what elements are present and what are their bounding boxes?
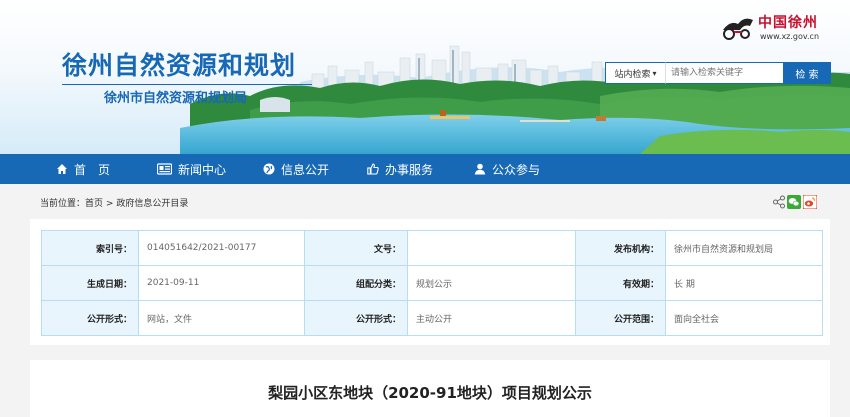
disclosure-mode-label: 公开形式： — [304, 300, 408, 336]
nav-participation-label: 公众参与 — [492, 162, 541, 177]
index-number-label: 索引号： — [41, 230, 139, 266]
site-subtitle: 徐州市自然资源和规划局 — [104, 91, 248, 106]
search-scope-dropdown[interactable]: 站内检索 ▾ — [605, 62, 665, 84]
home-icon — [57, 164, 67, 174]
nav-public-info[interactable]: 信息公开 — [263, 154, 329, 184]
category-label: 组配分类： — [304, 265, 408, 301]
nav-services-label: 办事服务 — [385, 162, 434, 177]
nav-home[interactable]: 首 页 — [56, 154, 110, 184]
newspaper-icon — [157, 163, 172, 175]
breadcrumb-current[interactable]: 政府信息公开目录 — [116, 199, 188, 209]
nav-home-label: 首 页 — [74, 162, 111, 177]
logo-name: 中国徐州 — [758, 15, 818, 31]
document-number-value — [407, 230, 576, 266]
main-nav: 首 页 新闻中心 信息公开 办事服务 公众参与 — [0, 154, 850, 184]
thumbs-up-icon — [367, 163, 379, 175]
breadcrumb-separator: > — [105, 199, 114, 209]
chevron-down-icon: ▾ — [652, 68, 657, 78]
nav-news[interactable]: 新闻中心 — [157, 154, 226, 184]
table-row: 索引号： 014051642/2021-00177 文号： 发布机构： 徐州市自… — [41, 230, 823, 266]
category-value: 规划公示 — [407, 265, 576, 301]
header-banner: 徐州自然资源和规划 徐州市自然资源和规划局 中国徐州 www.xz.gov.cn… — [0, 0, 850, 154]
document-number-label: 文号： — [304, 230, 408, 266]
chariot-emblem-icon — [723, 18, 753, 40]
nav-participation[interactable]: 公众参与 — [474, 154, 540, 184]
search-input[interactable] — [665, 62, 783, 84]
site-title: 徐州自然资源和规划 — [62, 51, 297, 80]
share-icon[interactable] — [773, 195, 785, 209]
index-number-value: 014051642/2021-00177 — [138, 230, 305, 266]
table-row: 生成日期： 2021-09-11 组配分类： 规划公示 有效期： 长 期 — [41, 265, 823, 301]
disclosure-form-value: 网站，文件 — [138, 300, 305, 336]
breadcrumb-prefix: 当前位置： — [40, 199, 86, 209]
article-container: 梨园小区东地块（2020-91地块）项目规划公示 — [30, 360, 830, 417]
document-metadata-table: 索引号： 014051642/2021-00177 文号： 发布机构： 徐州市自… — [41, 230, 823, 336]
xuzhou-gov-logo[interactable]: 中国徐州 www.xz.gov.cn — [720, 12, 830, 44]
search-button[interactable]: 检 索 — [783, 62, 831, 84]
nav-news-label: 新闻中心 — [178, 162, 227, 177]
disclosure-form-label: 公开形式： — [41, 300, 139, 336]
publisher-label: 发布机构： — [575, 230, 666, 266]
table-row: 公开形式： 网站，文件 公开形式： 主动公开 公开范围： 面向全社会 — [41, 300, 823, 336]
breadcrumb: 当前位置：首页 > 政府信息公开目录 — [40, 196, 188, 209]
publisher-value: 徐州市自然资源和规划局 — [665, 230, 823, 266]
validity-label: 有效期： — [575, 265, 666, 301]
disclosure-scope-label: 公开范围： — [575, 300, 666, 336]
title-underline — [62, 84, 312, 85]
disclosure-mode-value: 主动公开 — [407, 300, 576, 336]
logo-url: www.xz.gov.cn — [760, 32, 820, 41]
globe-icon — [263, 163, 275, 175]
breadcrumb-home-link[interactable]: 首页 — [85, 199, 103, 209]
site-search: 站内检索 ▾ 检 索 — [605, 62, 831, 84]
wechat-share-icon[interactable] — [787, 195, 801, 209]
document-info-panel: 索引号： 014051642/2021-00177 文号： 发布机构： 徐州市自… — [30, 219, 830, 345]
search-scope-label: 站内检索 — [614, 69, 651, 80]
user-icon — [474, 163, 486, 175]
nav-public-info-label: 信息公开 — [281, 162, 330, 177]
disclosure-scope-value: 面向全社会 — [665, 300, 823, 336]
validity-value: 长 期 — [665, 265, 823, 301]
weibo-share-icon[interactable] — [803, 195, 817, 209]
article-title: 梨园小区东地块（2020-91地块）项目规划公示 — [268, 384, 592, 402]
created-date-label: 生成日期： — [41, 265, 139, 301]
created-date-value: 2021-09-11 — [138, 265, 305, 301]
nav-services[interactable]: 办事服务 — [367, 154, 433, 184]
